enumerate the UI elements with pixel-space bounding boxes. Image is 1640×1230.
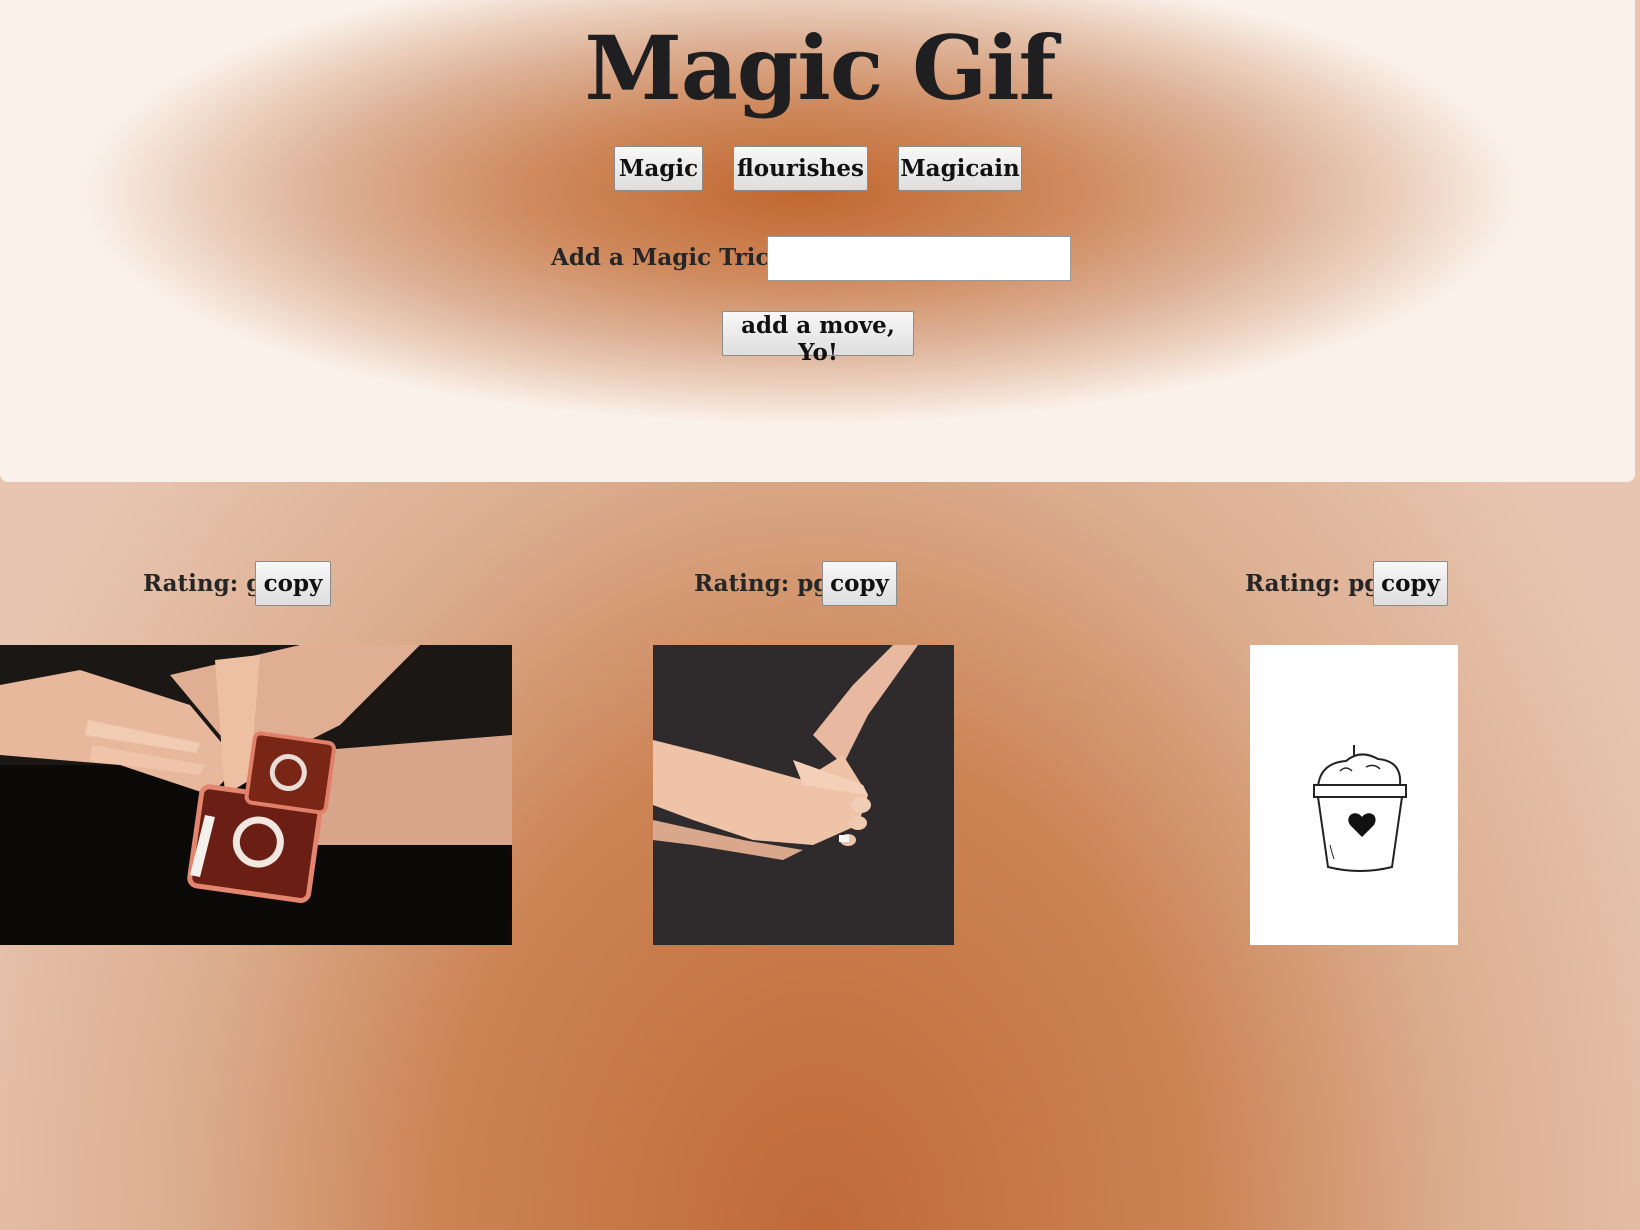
topic-button-flourishes[interactable]: flourishes bbox=[733, 146, 868, 191]
add-move-button[interactable]: add a move, Yo! bbox=[722, 311, 914, 366]
rating-label: Rating: pg bbox=[694, 570, 830, 597]
rating-label: Rating: pg bbox=[1245, 570, 1381, 597]
flower-pot-drawing-gif bbox=[1250, 645, 1458, 945]
add-trick-label: Add a Magic Trick bbox=[551, 244, 786, 271]
copy-button[interactable]: copy bbox=[1373, 561, 1448, 606]
copy-button[interactable]: copy bbox=[822, 561, 897, 606]
card-trick-hands-gif bbox=[0, 645, 512, 945]
gif-image-flower-pot[interactable] bbox=[1250, 645, 1458, 945]
topic-button-magic[interactable]: Magic bbox=[614, 146, 703, 191]
gif-image-hand-foot[interactable] bbox=[653, 645, 954, 945]
copy-button[interactable]: copy bbox=[255, 561, 331, 606]
header-panel: Magic Gif Magic flourishes Magicain Add … bbox=[0, 0, 1635, 482]
hand-foot-illusion-gif bbox=[653, 645, 954, 945]
gif-image-card-trick[interactable] bbox=[0, 645, 512, 945]
rating-label: Rating: g bbox=[143, 570, 263, 597]
page-title: Magic Gif bbox=[584, 16, 1056, 120]
add-trick-input[interactable] bbox=[767, 236, 1071, 281]
topic-button-magicain[interactable]: Magicain bbox=[898, 146, 1022, 191]
